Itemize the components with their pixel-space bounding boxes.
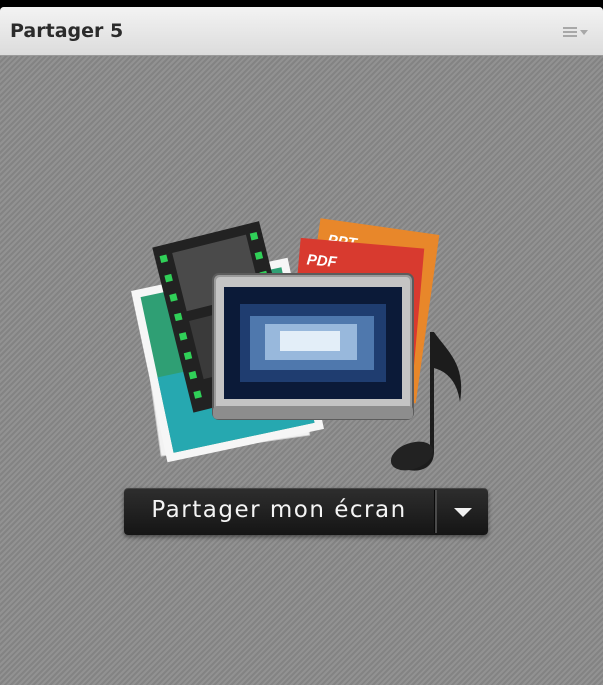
share-screen-button[interactable]: Partager mon écran <box>124 488 434 535</box>
caret-down-icon <box>454 508 472 517</box>
pod-titlebar: Partager 5 <box>0 7 603 56</box>
pdf-tag: PDF <box>306 251 338 271</box>
share-options-dropdown-button[interactable] <box>437 488 488 535</box>
share-button-group: Partager mon écran <box>124 488 488 535</box>
share-pod: Partager 5 PPT <box>0 7 603 685</box>
share-content-illustration: PPT PDF <box>130 212 480 482</box>
pod-title: Partager 5 <box>10 20 124 42</box>
options-menu-icon[interactable] <box>563 24 591 40</box>
